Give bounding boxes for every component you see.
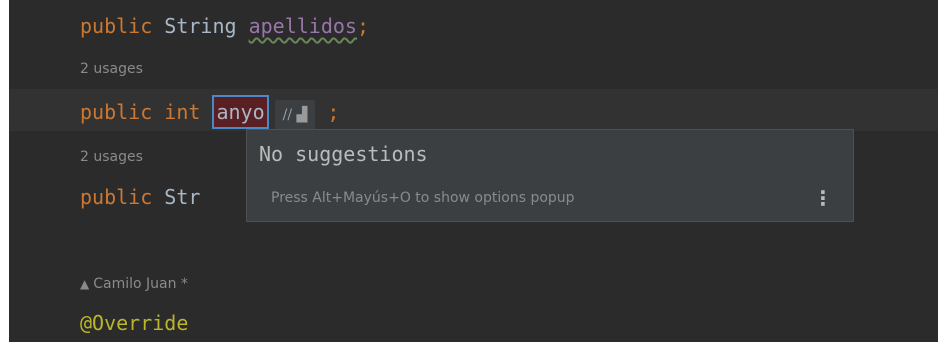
inlay-hint-buttons[interactable]: // ▟ [274, 100, 316, 130]
semicolon: ; [327, 100, 340, 124]
keyword: public [80, 14, 153, 38]
code-editor[interactable]: public String apellidos; 2 usages public… [9, 0, 938, 342]
rename-suggestions-popup[interactable]: No suggestions Press Alt+Mayús+O to show… [246, 129, 854, 222]
code-line-apellidos[interactable]: public String apellidos; [80, 14, 369, 38]
author-hint[interactable]: ▲ Camilo Juan * [80, 276, 188, 292]
usages-hint[interactable]: 2 usages [80, 149, 143, 165]
override-annotation: @Override [80, 311, 189, 335]
comment-icon[interactable]: // [283, 107, 292, 123]
usages-hint[interactable]: 2 usages [80, 61, 143, 77]
popup-title: No suggestions [259, 142, 428, 166]
keyword: public [80, 100, 153, 124]
type-name-partial: Str [164, 185, 201, 209]
more-options-icon[interactable]: ⋮ [813, 186, 833, 210]
rename-field-input[interactable]: anyo [212, 95, 269, 129]
type-name: int [164, 100, 201, 124]
code-line-string[interactable]: public Str [80, 185, 200, 209]
person-icon: ▲ [80, 277, 90, 291]
keyword: public [80, 185, 153, 209]
code-line-anyo[interactable]: public int anyo// ▟ ; [80, 95, 339, 130]
field-name[interactable]: apellidos [249, 14, 357, 38]
popup-hint: Press Alt+Mayús+O to show options popup [271, 190, 575, 206]
type-name: String [164, 14, 237, 38]
semicolon: ; [356, 14, 370, 38]
author-name: Camilo Juan * [93, 276, 188, 292]
block-icon[interactable]: ▟ [297, 107, 308, 123]
